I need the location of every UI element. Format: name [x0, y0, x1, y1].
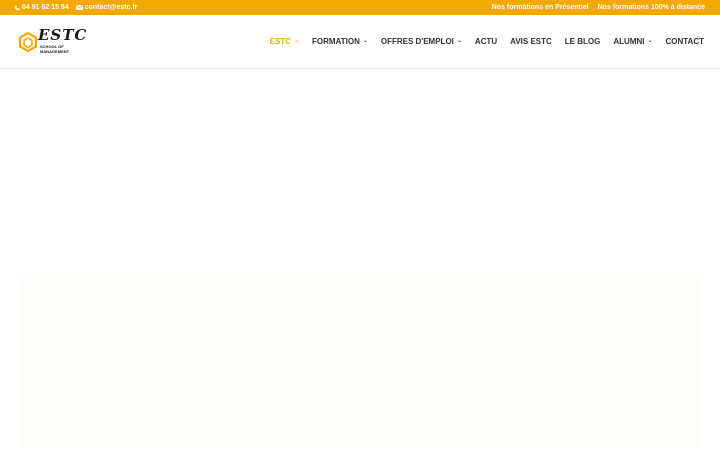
phone-icon — [14, 5, 20, 10]
top-bar: 04 91 62 15 84 contact@estc.fr Nos forma… — [0, 0, 720, 15]
nav-label: LE BLOG — [564, 37, 601, 46]
nav-label: ESTC — [269, 37, 291, 46]
nav-label: AVIS ESTC — [510, 37, 552, 46]
nav-item-avis-estc[interactable]: AVIS ESTC — [510, 37, 552, 46]
nav-label: OFFRES D'EMPLOI — [380, 37, 454, 46]
email-link[interactable]: contact@estc.fr — [75, 4, 138, 11]
chevron-down-icon: ⌄ — [293, 38, 299, 44]
envelope-icon — [75, 5, 83, 10]
nav-label: CONTACT — [665, 37, 704, 46]
chevron-down-icon: ⌄ — [362, 38, 368, 44]
nav-label: ACTU — [474, 37, 498, 46]
logo-text: ESTC — [38, 26, 88, 44]
chevron-down-icon: ⌄ — [456, 38, 462, 44]
phone-number: 04 91 62 15 84 — [22, 4, 69, 11]
site-header: ESTC SCHOOL OF MANAGEMENT ESTC ⌄ FORMATI… — [0, 15, 720, 69]
email-address: contact@estc.fr — [84, 4, 138, 11]
logo-subtitle: SCHOOL OF MANAGEMENT — [40, 44, 70, 54]
hero-section — [0, 69, 720, 274]
site-logo[interactable]: ESTC SCHOOL OF MANAGEMENT — [18, 26, 86, 58]
link-presentiel[interactable]: Nos formations en Présentiel — [492, 4, 589, 11]
top-links: Nos formations en Présentiel Nos formati… — [492, 0, 705, 15]
contact-info: 04 91 62 15 84 contact@estc.fr — [14, 0, 137, 15]
main-nav: ESTC ⌄ FORMATION ⌄ OFFRES D'EMPLOI ⌄ ACT… — [270, 15, 704, 68]
link-distance[interactable]: Nos formations 100% à distance — [598, 4, 705, 11]
nav-item-alumni[interactable]: ALUMNI ⌄ — [613, 37, 652, 46]
nav-label: ALUMNI — [613, 37, 645, 46]
nav-item-estc[interactable]: ESTC ⌄ — [270, 37, 299, 46]
content-panel — [21, 274, 699, 450]
logo-mark-icon — [18, 32, 38, 53]
nav-item-formation[interactable]: FORMATION ⌄ — [312, 37, 368, 46]
phone-link[interactable]: 04 91 62 15 84 — [14, 4, 69, 11]
nav-item-le-blog[interactable]: LE BLOG — [565, 37, 601, 46]
nav-item-actu[interactable]: ACTU — [475, 37, 497, 46]
nav-label: FORMATION — [312, 37, 360, 46]
chevron-down-icon: ⌄ — [647, 38, 653, 44]
nav-item-offres-emploi[interactable]: OFFRES D'EMPLOI ⌄ — [381, 37, 462, 46]
nav-item-contact[interactable]: CONTACT — [665, 37, 704, 46]
